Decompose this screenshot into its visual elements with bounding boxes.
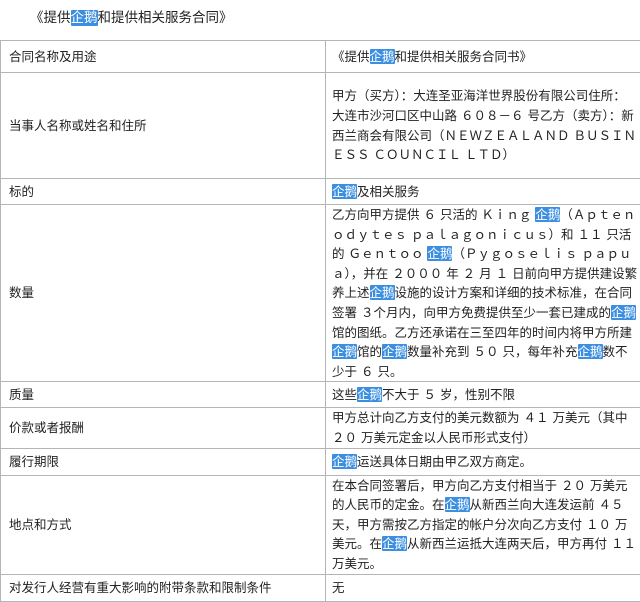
- highlighted-term[interactable]: 企鹅: [445, 497, 470, 512]
- value-text: 馆的图纸。乙方还承诺在三至四年的时间内将甲方所建: [332, 325, 632, 340]
- document-page: 《提供企鹅和提供相关服务合同》 合同名称及用途《提供企鹅和提供相关服务合同书》当…: [0, 0, 640, 589]
- value-text: 这些: [332, 387, 357, 402]
- table-row: 价款或者报酬甲方总计向乙方支付的美元数额为 ４１ 万美元（其中 ２０ 万美元定金…: [1, 408, 640, 448]
- row-label: 对发行人经营有重大影响的附带条款和限制条件: [1, 574, 326, 601]
- row-value: 企鹅及相关服务: [326, 179, 640, 205]
- table-row: 标的企鹅及相关服务: [1, 179, 640, 205]
- table-row: 地点和方式在本合同签署后，甲方向乙方支付相当于 ２０ 万美元的人民币的定金。在企…: [1, 475, 640, 574]
- value-text: 《提供: [332, 49, 370, 64]
- row-value: 甲方总计向乙方支付的美元数额为 ４１ 万美元（其中 ２０ 万美元定金以人民币形式…: [326, 408, 640, 448]
- row-label: 价款或者报酬: [1, 408, 326, 448]
- table-row: 当事人名称或姓名和住所甲方（买方）：大连圣亚海洋世界股份有限公司住所：大连市沙河…: [1, 73, 640, 179]
- value-text: 甲方总计向乙方支付的美元数额为 ４１ 万美元（其中 ２０ 万美元定金以人民币形式…: [332, 410, 627, 445]
- highlighted-term[interactable]: 企鹅: [382, 536, 407, 551]
- highlighted-term[interactable]: 企鹅: [370, 49, 395, 64]
- document-title-highlight[interactable]: 企鹅: [71, 10, 98, 26]
- highlighted-term[interactable]: 企鹅: [357, 387, 382, 402]
- row-label: 合同名称及用途: [1, 41, 326, 73]
- value-text: 馆的: [357, 344, 382, 359]
- row-label: 当事人名称或姓名和住所: [1, 73, 326, 179]
- highlighted-term[interactable]: 企鹅: [332, 344, 357, 359]
- document-title-prefix: 《提供: [30, 10, 71, 26]
- value-text: 无: [332, 580, 345, 595]
- row-value: 无: [326, 574, 640, 601]
- table-row: 对发行人经营有重大影响的附带条款和限制条件无: [1, 574, 640, 601]
- highlighted-term[interactable]: 企鹅: [382, 344, 407, 359]
- contract-table-body: 合同名称及用途《提供企鹅和提供相关服务合同书》当事人名称或姓名和住所甲方（买方）…: [1, 41, 640, 602]
- highlighted-term[interactable]: 企鹅: [611, 305, 636, 320]
- highlighted-term[interactable]: 企鹅: [370, 285, 395, 300]
- document-title: 《提供企鹅和提供相关服务合同》: [30, 8, 233, 28]
- value-text: 运送具体日期由甲乙双方商定。: [357, 454, 532, 469]
- row-value: 《提供企鹅和提供相关服务合同书》: [326, 41, 640, 73]
- row-label: 数量: [1, 205, 326, 382]
- table-row: 数量乙方向甲方提供 ６ 只活的 Ｋｉｎｇ 企鹅（Ａｐｔｅｎｏｄｙｔｅｓ ｐａｌａ…: [1, 205, 640, 382]
- highlighted-term[interactable]: 企鹅: [332, 184, 357, 199]
- row-label: 地点和方式: [1, 475, 326, 574]
- highlighted-term[interactable]: 企鹅: [578, 344, 603, 359]
- row-label: 履行期限: [1, 448, 326, 475]
- highlighted-term[interactable]: 企鹅: [535, 207, 560, 222]
- contract-table: 合同名称及用途《提供企鹅和提供相关服务合同书》当事人名称或姓名和住所甲方（买方）…: [0, 40, 640, 602]
- value-text: 不大于 ５ 岁，性别不限: [382, 387, 515, 402]
- row-value: 在本合同签署后，甲方向乙方支付相当于 ２０ 万美元的人民币的定金。在企鹅从新西兰…: [326, 475, 640, 574]
- value-text: 甲方（买方）：大连圣亚海洋世界股份有限公司住所：大连市沙河口区中山路 ６０８－６…: [332, 88, 636, 162]
- highlighted-term[interactable]: 企鹅: [332, 454, 357, 469]
- row-value: 乙方向甲方提供 ６ 只活的 Ｋｉｎｇ 企鹅（Ａｐｔｅｎｏｄｙｔｅｓ ｐａｌａｇｏ…: [326, 205, 640, 382]
- table-row: 合同名称及用途《提供企鹅和提供相关服务合同书》: [1, 41, 640, 73]
- value-text: 数量补充到 ５０ 只，每年补充: [407, 344, 577, 359]
- value-text: 及相关服务: [357, 184, 420, 199]
- document-title-suffix: 和提供相关服务合同》: [98, 10, 233, 26]
- row-label: 标的: [1, 179, 326, 205]
- row-value: 企鹅运送具体日期由甲乙双方商定。: [326, 448, 640, 475]
- row-value: 甲方（买方）：大连圣亚海洋世界股份有限公司住所：大连市沙河口区中山路 ６０８－６…: [326, 73, 640, 179]
- row-label: 质量: [1, 382, 326, 408]
- table-row: 质量这些企鹅不大于 ５ 岁，性别不限: [1, 382, 640, 408]
- value-text: 和提供相关服务合同书》: [395, 49, 533, 64]
- table-row: 履行期限企鹅运送具体日期由甲乙双方商定。: [1, 448, 640, 475]
- row-value: 这些企鹅不大于 ５ 岁，性别不限: [326, 382, 640, 408]
- highlighted-term[interactable]: 企鹅: [427, 246, 452, 261]
- value-text: 乙方向甲方提供 ６ 只活的 Ｋｉｎｇ: [332, 207, 535, 222]
